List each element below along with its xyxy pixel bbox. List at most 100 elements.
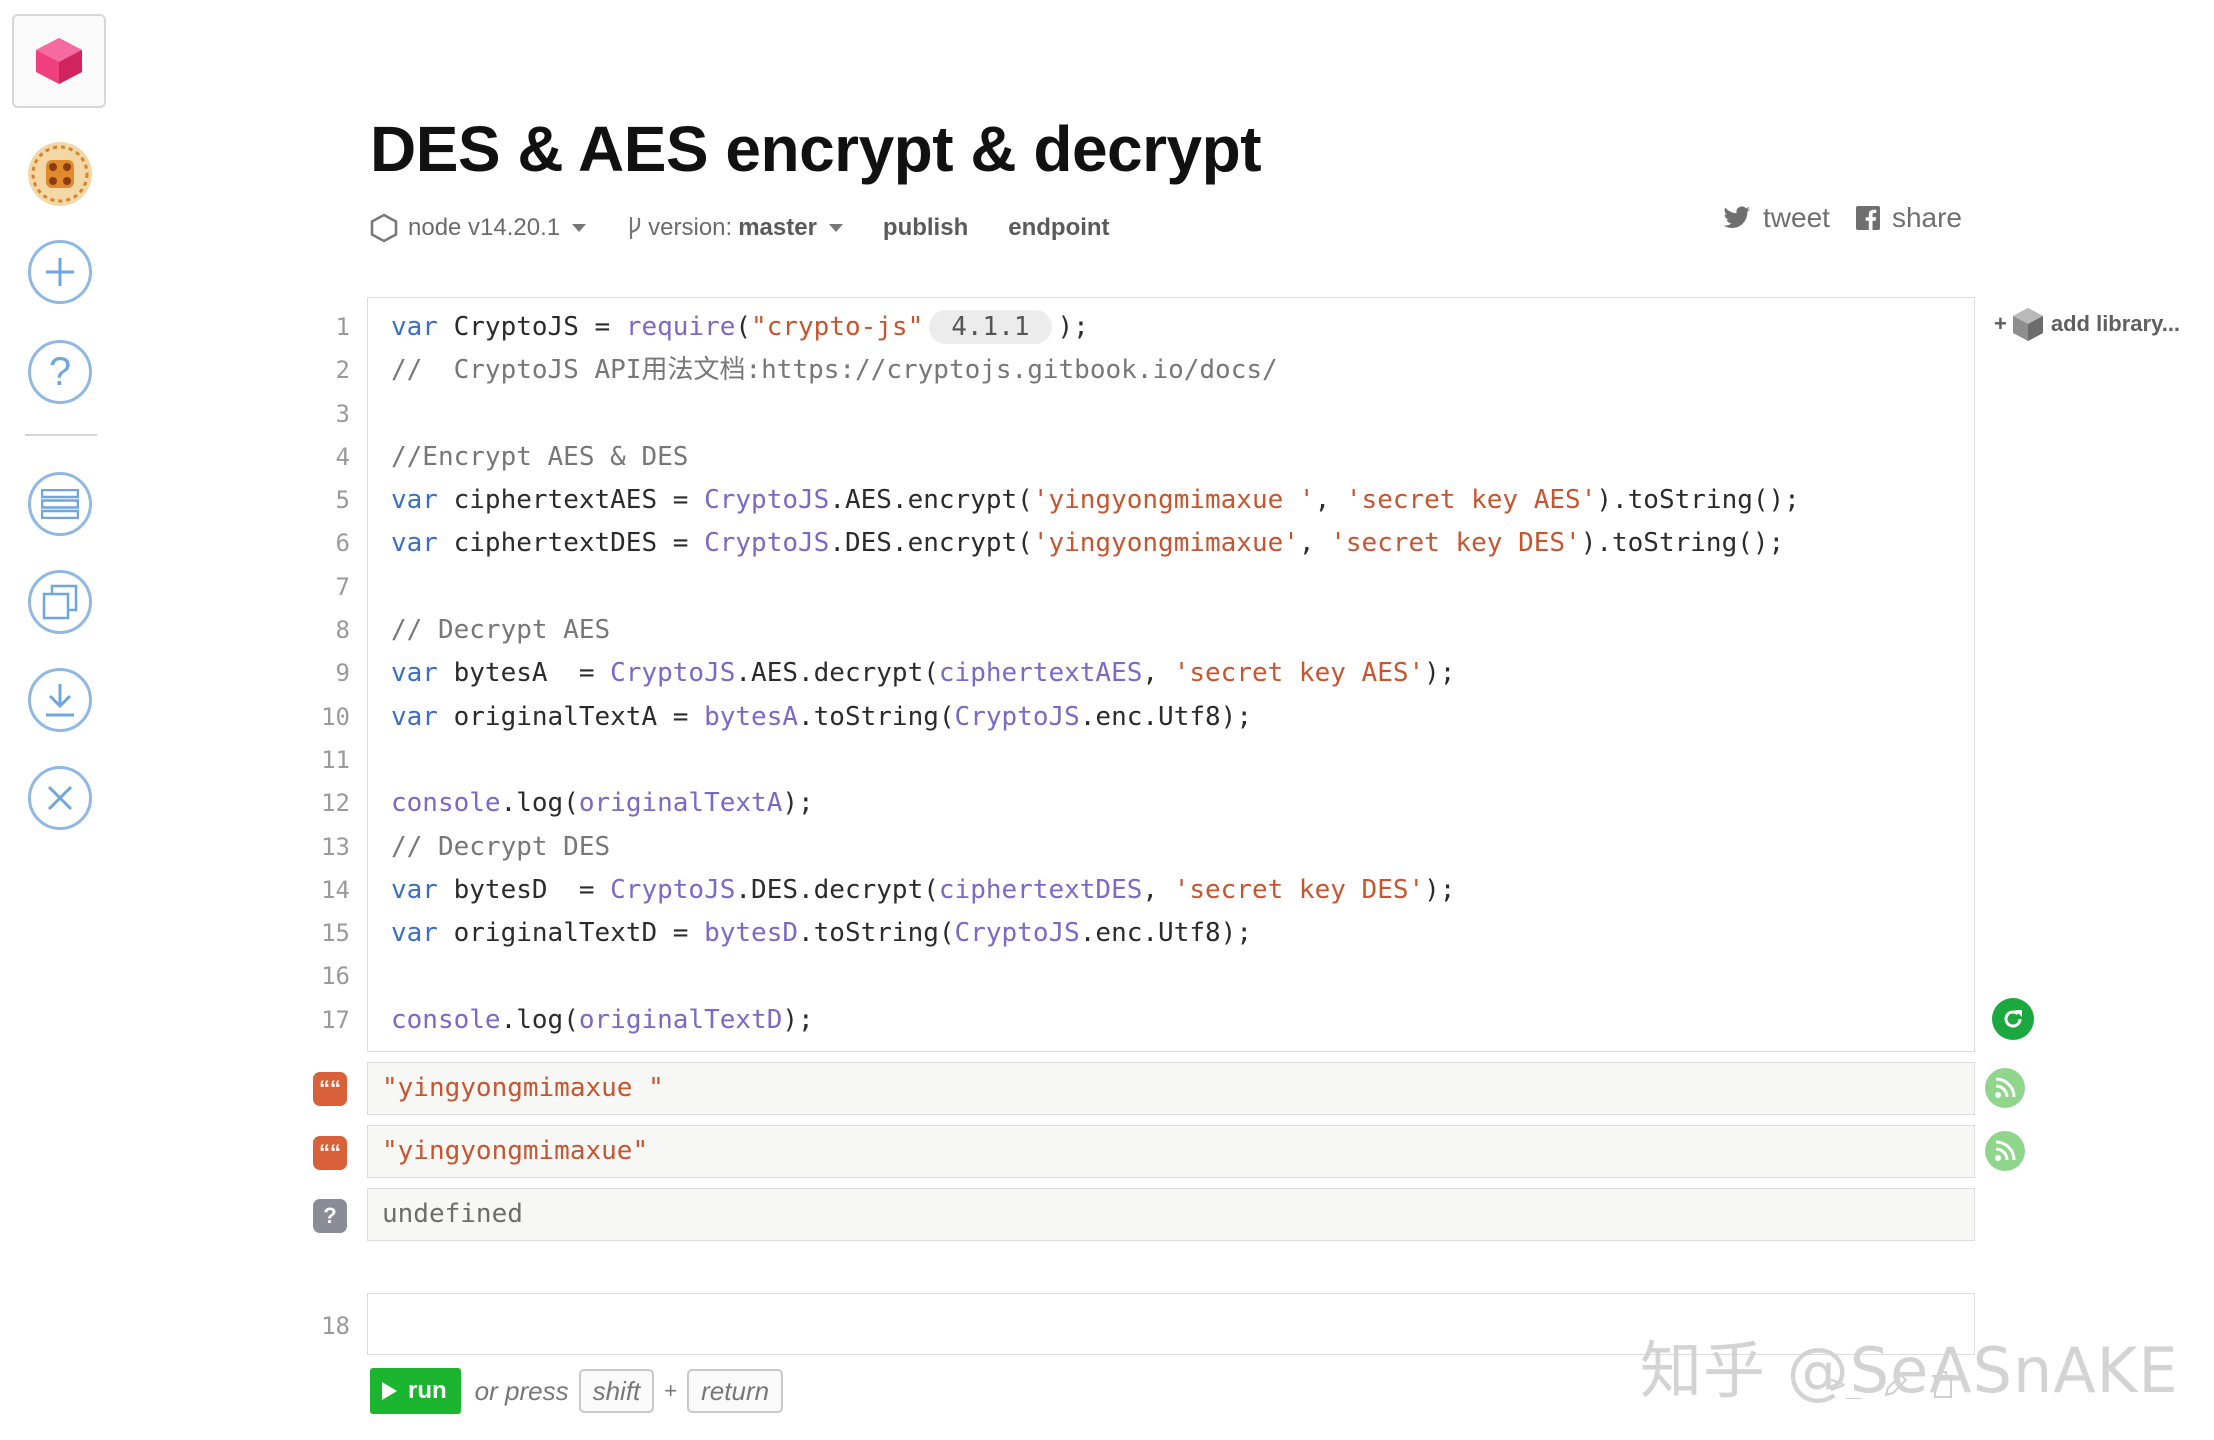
line-number: 10 — [321, 702, 350, 731]
line-number: 6 — [335, 529, 350, 558]
line-number: 2 — [335, 356, 350, 385]
tweet-button[interactable]: tweet — [1723, 202, 1830, 234]
output-cell[interactable]: undefined — [367, 1188, 1975, 1241]
endpoint-feed-button[interactable] — [1985, 1131, 2025, 1171]
code-line: var originalTextA = bytesA.toString(Cryp… — [391, 701, 1252, 732]
line-number: 15 — [321, 919, 350, 948]
code-line: var ciphertextDES = CryptoJS.DES.encrypt… — [391, 528, 1785, 559]
add-library-label: add library... — [2050, 311, 2181, 336]
download-button[interactable] — [28, 668, 92, 732]
code-line: // Decrypt AES — [391, 615, 611, 646]
line-number: 8 — [335, 616, 350, 645]
play-icon — [382, 1382, 397, 1400]
share-button[interactable]: share — [1855, 202, 1962, 234]
code-line: // CryptoJS API用法文档:https://cryptojs.git… — [391, 355, 1278, 386]
list-icon — [41, 489, 79, 519]
output-cell[interactable]: "yingyongmimaxue " — [367, 1062, 1975, 1115]
line-number: 3 — [335, 399, 350, 428]
hexagon-icon — [370, 213, 398, 243]
notebook-meta: node v14.20.1 version: master publish en… — [370, 208, 1150, 248]
code-line: var CryptoJS = require("crypto-js" 4.1.1)… — [391, 310, 1089, 344]
share-label: share — [1891, 202, 1962, 233]
sidebar-divider — [25, 434, 97, 436]
undefined-output-badge: ? — [313, 1199, 347, 1233]
library-version-badge[interactable]: 4.1.1 — [929, 310, 1052, 344]
string-output-badge: ““ — [313, 1072, 347, 1106]
line-number: 13 — [321, 832, 350, 861]
watermark: 知乎 @SeASnAKE — [1640, 1334, 2179, 1407]
code-line: var originalTextD = bytesD.toString(Cryp… — [391, 918, 1252, 949]
code-line: console.log(originalTextD); — [391, 1004, 814, 1035]
version-label: version: — [648, 214, 733, 241]
or-press-label: or press — [474, 1375, 569, 1406]
chevron-down-icon — [572, 224, 587, 232]
run-controls: run or press shift + return — [370, 1368, 784, 1414]
code-line: // Decrypt DES — [391, 831, 611, 862]
line-numbers: 1 2 3 4 5 6 7 8 9 10 11 12 13 14 15 16 1… — [300, 306, 350, 1042]
download-icon — [46, 684, 74, 717]
node-version-select[interactable]: node v14.20.1 — [370, 213, 587, 243]
question-icon: ? — [48, 349, 72, 394]
tweet-label: tweet — [1763, 202, 1830, 233]
code-line: var ciphertextAES = CryptoJS.AES.encrypt… — [391, 485, 1800, 516]
line-number: 1 — [335, 313, 350, 341]
rerun-button[interactable] — [1992, 998, 2034, 1040]
node-version-label: node v14.20.1 — [408, 214, 561, 241]
line-number: 7 — [335, 572, 350, 601]
plus-icon — [46, 258, 74, 286]
run-label: run — [408, 1377, 447, 1404]
line-number: 18 — [321, 1312, 350, 1340]
run-button[interactable]: run — [370, 1368, 461, 1414]
chevron-down-icon — [828, 224, 843, 232]
package-icon — [2012, 308, 2043, 341]
publish-link[interactable]: publish — [883, 214, 968, 242]
notebooks-list-button[interactable] — [28, 472, 92, 536]
social-links: tweet share — [1697, 202, 1962, 234]
page-title: DES & AES encrypt & decrypt — [370, 113, 1262, 185]
twitter-icon — [1723, 206, 1751, 229]
clone-icon — [42, 584, 78, 620]
endpoint-link[interactable]: endpoint — [1008, 214, 1109, 242]
new-notebook-button[interactable] — [28, 240, 92, 304]
code-line: //Encrypt AES & DES — [391, 441, 689, 472]
rss-icon — [1995, 1077, 2016, 1098]
avatar-icon — [28, 142, 92, 206]
string-output-badge: ““ — [313, 1136, 347, 1170]
plus-label: + — [664, 1378, 678, 1403]
version-select[interactable]: version: master — [626, 214, 843, 242]
version-value: master — [738, 214, 817, 241]
shift-key: shift — [578, 1369, 655, 1413]
close-button[interactable] — [28, 766, 92, 830]
rss-icon — [1995, 1140, 2016, 1161]
line-number: 4 — [335, 442, 350, 471]
line-number: 5 — [335, 486, 350, 515]
facebook-icon — [1855, 206, 1880, 230]
user-avatar[interactable] — [28, 142, 92, 206]
code-line: var bytesD = CryptoJS.DES.decrypt(cipher… — [391, 874, 1456, 905]
plus-icon: + — [1994, 311, 2007, 336]
branch-icon — [630, 217, 641, 239]
line-number: 14 — [321, 875, 350, 904]
line-number: 9 — [335, 659, 350, 688]
code-lines[interactable]: var CryptoJS = require("crypto-js" 4.1.1)… — [391, 306, 1800, 1042]
refresh-icon — [2004, 1010, 2022, 1028]
close-icon — [47, 785, 73, 811]
sidebar: ? — [0, 0, 120, 1440]
return-key: return — [687, 1369, 784, 1413]
line-number: 12 — [321, 789, 350, 818]
endpoint-feed-button[interactable] — [1985, 1068, 2025, 1108]
output-cell[interactable]: "yingyongmimaxue" — [367, 1125, 1975, 1178]
runkit-logo[interactable] — [12, 14, 106, 108]
clone-button[interactable] — [28, 570, 92, 634]
cube-logo-icon — [36, 38, 82, 84]
add-library-button[interactable]: + add library... — [1994, 306, 2180, 342]
help-button[interactable]: ? — [28, 340, 92, 404]
line-number: 11 — [321, 745, 350, 774]
line-number: 16 — [321, 962, 350, 991]
code-line: console.log(originalTextA); — [391, 788, 814, 819]
code-line: var bytesA = CryptoJS.AES.decrypt(cipher… — [391, 658, 1456, 689]
